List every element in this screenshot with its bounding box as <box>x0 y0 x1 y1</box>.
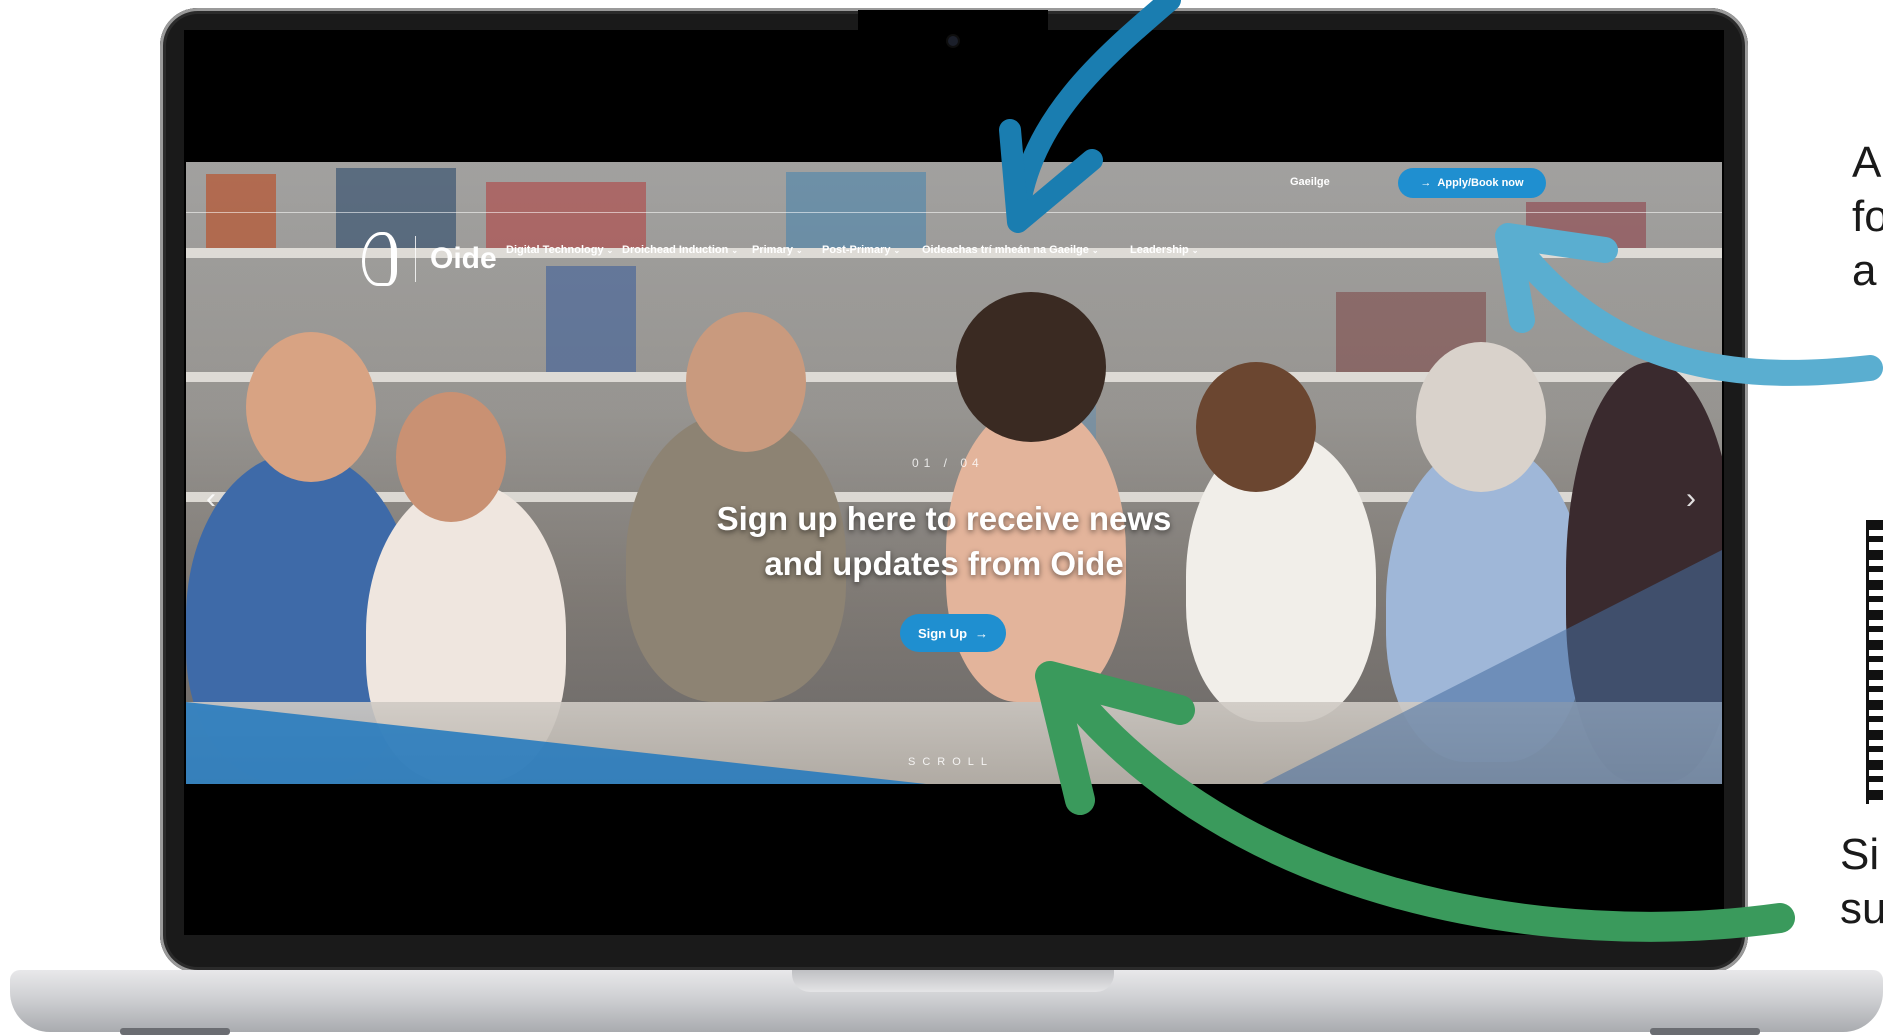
arrow-middle <box>1495 223 1883 386</box>
annotation-arrows <box>999 0 1883 942</box>
arrow-bottom <box>1035 661 1795 942</box>
arrow-top <box>999 0 1181 233</box>
